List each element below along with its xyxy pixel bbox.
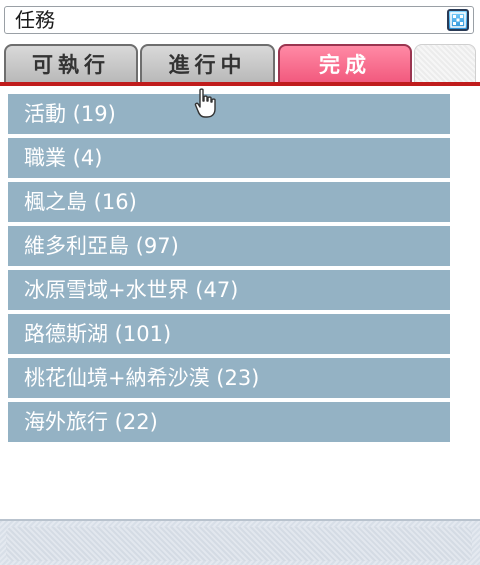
title-bar: 任務 (4, 6, 474, 34)
quest-category-item[interactable]: 桃花仙境+納希沙漠 (23) (8, 358, 450, 398)
window-footer (0, 519, 480, 565)
quest-category-item[interactable]: 楓之島 (16) (8, 182, 450, 222)
tab-in-progress[interactable]: 進行中 (140, 44, 275, 82)
quest-category-item[interactable]: 路德斯湖 (101) (8, 314, 450, 354)
footer-panel (6, 527, 472, 561)
tab-underline (0, 82, 480, 86)
tab-bar: 可執行 進行中 完成 (0, 42, 480, 88)
quest-category-item[interactable]: 冰原雪域+水世界 (47) (8, 270, 450, 310)
quest-category-item[interactable]: 維多利亞島 (97) (8, 226, 450, 266)
close-icon (450, 12, 466, 28)
quest-window: 任務 可執行 進行中 完成 活動 (19) 職業 (4) 楓之島 (16) 維多… (0, 0, 480, 565)
tab-bar-filler (414, 44, 476, 82)
quest-category-list: 活動 (19) 職業 (4) 楓之島 (16) 維多利亞島 (97) 冰原雪域+… (8, 94, 450, 446)
quest-category-item[interactable]: 職業 (4) (8, 138, 450, 178)
tab-available[interactable]: 可執行 (4, 44, 138, 82)
window-title: 任務 (15, 8, 55, 32)
hand-cursor-icon (194, 88, 216, 118)
close-button[interactable] (447, 9, 469, 31)
quest-category-item[interactable]: 海外旅行 (22) (8, 402, 450, 442)
quest-category-item[interactable]: 活動 (19) (8, 94, 450, 134)
tab-completed[interactable]: 完成 (278, 44, 412, 82)
